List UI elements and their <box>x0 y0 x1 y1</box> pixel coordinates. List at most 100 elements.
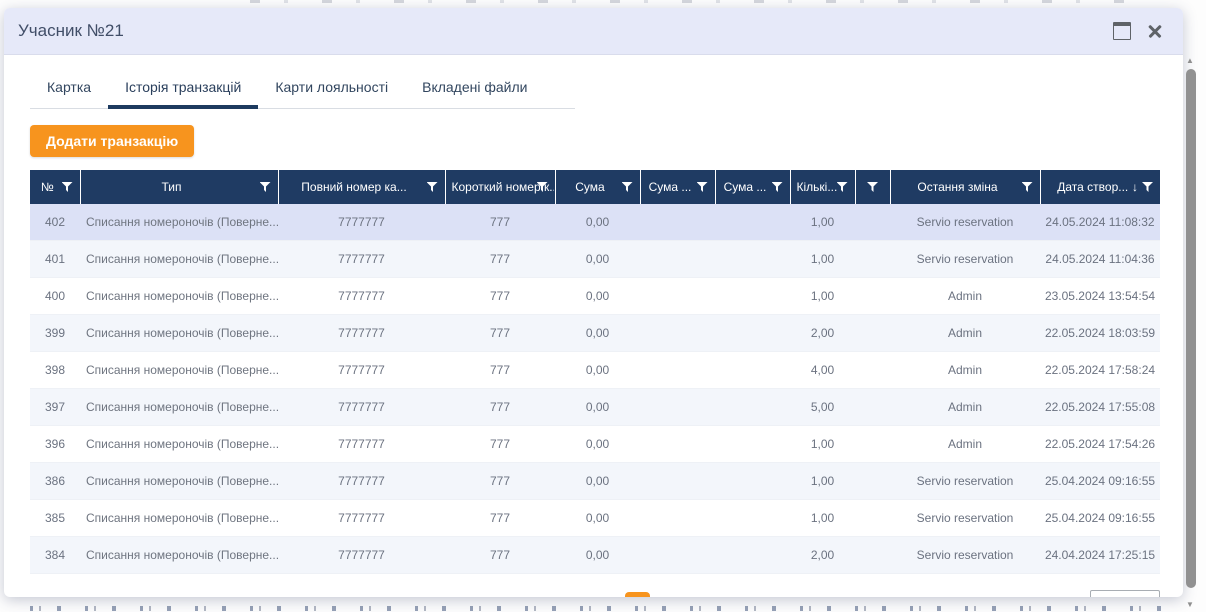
sort-desc-icon[interactable]: ↓ <box>1132 181 1138 193</box>
table-cell: 384 <box>30 537 80 574</box>
table-cell: 777 <box>445 463 555 500</box>
table-cell: Списання номероночів (Поверне... <box>80 389 278 426</box>
table-cell: 24.04.2024 17:25:15 <box>1040 537 1160 574</box>
table-cell <box>640 463 715 500</box>
page-button[interactable]: 8 <box>849 592 874 598</box>
page-size-label: Розмір сторінки: <box>975 596 1080 597</box>
filter-icon[interactable] <box>427 182 438 192</box>
table-row[interactable]: 385Списання номероночів (Поверне...77777… <box>30 500 1160 537</box>
column-header[interactable]: Дата створ...↓ <box>1040 170 1160 204</box>
background-artifact-top <box>250 0 1146 3</box>
column-header[interactable]: Короткий номер к... <box>445 170 555 204</box>
table-cell <box>640 315 715 352</box>
filter-icon[interactable] <box>1022 182 1033 192</box>
table-cell: 0,00 <box>555 278 640 315</box>
column-header[interactable] <box>855 170 890 204</box>
table-cell: Списання номероночів (Поверне... <box>80 426 278 463</box>
table-cell <box>715 352 790 389</box>
tab-card[interactable]: Картка <box>30 73 108 108</box>
add-transaction-button[interactable]: Додати транзакцію <box>30 125 194 157</box>
page-scrollbar: ▲ ▼ <box>1185 54 1197 612</box>
scrollbar-thumb[interactable] <box>1186 69 1196 588</box>
table-cell: 386 <box>30 463 80 500</box>
page-button[interactable]: 4 <box>721 592 746 598</box>
column-header[interactable]: Сума <box>555 170 640 204</box>
table-cell: Servio reservation <box>890 463 1040 500</box>
table-row[interactable]: 386Списання номероночів (Поверне...77777… <box>30 463 1160 500</box>
table-cell: 4,00 <box>790 352 855 389</box>
table-cell <box>640 352 715 389</box>
table-cell: 0,00 <box>555 315 640 352</box>
table-cell: Списання номероночів (Поверне... <box>80 204 278 241</box>
tab-files[interactable]: Вкладені файли <box>405 73 544 108</box>
filter-icon[interactable] <box>867 182 878 192</box>
page-button[interactable]: 2 <box>657 592 682 598</box>
table-cell: 396 <box>30 426 80 463</box>
scroll-up-icon[interactable]: ▲ <box>1186 56 1194 65</box>
table-cell <box>715 537 790 574</box>
tab-loyalty[interactable]: Карти лояльності <box>258 73 405 108</box>
filter-icon[interactable] <box>772 182 783 192</box>
table-cell <box>640 389 715 426</box>
filter-icon[interactable] <box>622 182 633 192</box>
table-cell: 1,00 <box>790 500 855 537</box>
column-header[interactable]: № <box>30 170 80 204</box>
modal-titlebar: Учасник №21 <box>4 8 1183 55</box>
page-size-select[interactable]: 10 ▼ <box>1090 590 1160 598</box>
filter-icon[interactable] <box>62 182 73 192</box>
table-cell: 400 <box>30 278 80 315</box>
table-cell: 2,00 <box>790 537 855 574</box>
table-row[interactable]: 399Списання номероночів (Поверне...77777… <box>30 315 1160 352</box>
table-row[interactable]: 397Списання номероночів (Поверне...77777… <box>30 389 1160 426</box>
table-cell: Списання номероночів (Поверне... <box>80 352 278 389</box>
filter-icon[interactable] <box>837 182 848 192</box>
table-cell: 1,00 <box>790 426 855 463</box>
page-button[interactable]: 5 <box>753 592 778 598</box>
table-cell <box>640 500 715 537</box>
page-button[interactable]: 7 <box>817 592 842 598</box>
table-cell: 7777777 <box>278 500 445 537</box>
table-row[interactable]: 396Списання номероночів (Поверне...77777… <box>30 426 1160 463</box>
tab-transactions[interactable]: Історія транзакцій <box>108 73 258 108</box>
table-row[interactable]: 402Списання номероночів (Поверне...77777… <box>30 204 1160 241</box>
table-cell: 7777777 <box>278 463 445 500</box>
table-cell: 777 <box>445 315 555 352</box>
chevron-left-icon[interactable]: < <box>597 595 618 597</box>
filter-icon[interactable] <box>697 182 708 192</box>
close-icon[interactable] <box>1147 23 1163 39</box>
page-button[interactable]: 6 <box>785 592 810 598</box>
page-buttons: 1 2 3 4 5 6 7 8 <box>625 592 874 598</box>
table-cell: 1,00 <box>790 241 855 278</box>
table-cell: Admin <box>890 352 1040 389</box>
filter-icon[interactable] <box>260 182 271 192</box>
table-cell: 0,00 <box>555 500 640 537</box>
column-header[interactable]: Сума ... <box>640 170 715 204</box>
table-cell <box>640 426 715 463</box>
chevron-right-icon[interactable]: > <box>881 595 902 597</box>
table-row[interactable]: 401Списання номероночів (Поверне...77777… <box>30 241 1160 278</box>
maximize-icon[interactable] <box>1113 22 1131 40</box>
page-button[interactable]: 3 <box>689 592 714 598</box>
column-header[interactable]: Сума ... <box>715 170 790 204</box>
column-header[interactable]: Кількі... <box>790 170 855 204</box>
scroll-down-icon[interactable]: ▼ <box>1186 600 1194 609</box>
table-row[interactable]: 398Списання номероночів (Поверне...77777… <box>30 352 1160 389</box>
column-header[interactable]: Остання зміна <box>890 170 1040 204</box>
table-cell: 25.04.2024 09:16:55 <box>1040 463 1160 500</box>
column-header[interactable]: Тип <box>80 170 278 204</box>
table-row[interactable]: 384Списання номероночів (Поверне...77777… <box>30 537 1160 574</box>
table-cell <box>855 278 890 315</box>
table-row[interactable]: 400Списання номероночів (Поверне...77777… <box>30 278 1160 315</box>
table-cell: 7777777 <box>278 352 445 389</box>
page-button[interactable]: 1 <box>625 592 650 598</box>
participant-modal: Учасник №21 КарткаІсторія транзакційКарт… <box>4 8 1183 597</box>
filter-icon[interactable] <box>537 182 548 192</box>
page-info: Сторінка 1 з 8 (74 елементів) <box>58 596 247 597</box>
filter-icon[interactable] <box>1142 182 1153 192</box>
column-header[interactable]: Повний номер ка... <box>278 170 445 204</box>
column-label: Тип <box>82 180 277 194</box>
table-cell <box>715 500 790 537</box>
table-header-row: №ТипПовний номер ка...Короткий номер к..… <box>30 170 1160 204</box>
table-cell: 7777777 <box>278 204 445 241</box>
table-cell <box>855 315 890 352</box>
